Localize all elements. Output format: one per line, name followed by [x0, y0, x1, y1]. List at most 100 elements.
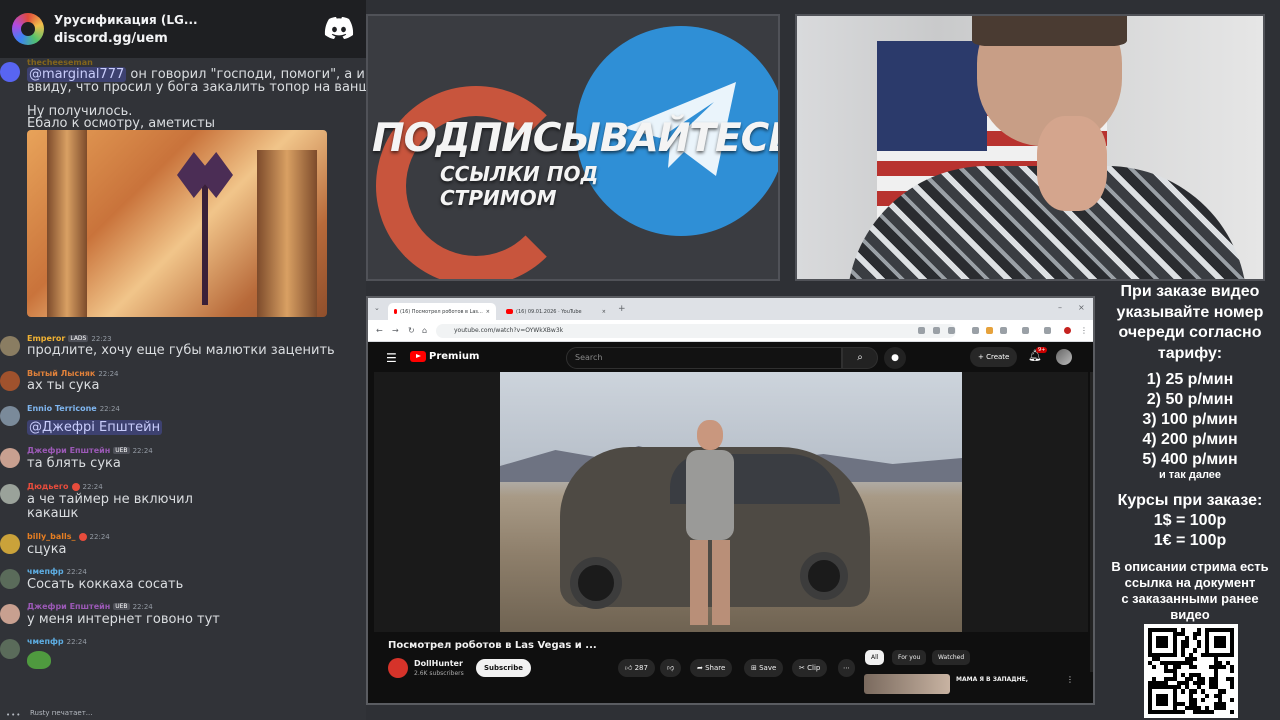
close-icon[interactable]: × [486, 309, 490, 315]
username[interactable]: чмепфр [27, 567, 64, 576]
clip-button[interactable]: ✂ Clip [792, 659, 828, 677]
recommended-more-icon[interactable]: ⋮ [1066, 675, 1074, 684]
bookmark-icon[interactable] [948, 327, 955, 334]
browser-window: ⌄ (16) Посмотрел роботов в Las... × (16)… [366, 296, 1095, 705]
username[interactable]: Дюдьего [27, 482, 69, 491]
close-window-icon[interactable]: × [1078, 303, 1085, 312]
extensions-puzzle-icon[interactable] [1022, 327, 1029, 334]
account-avatar[interactable] [1056, 349, 1072, 365]
username[interactable]: thecheeseman [27, 58, 93, 67]
message-meta: Вытый Лысняк 22:24 [27, 369, 119, 378]
avatar [0, 639, 20, 659]
message-text: продлите, хочу еще губы малютки заценить [27, 343, 335, 358]
attached-image[interactable] [27, 130, 327, 317]
hamburger-menu-icon[interactable]: ☰ [386, 351, 397, 365]
video-title: Посмотрел роботов в Las Vegas и ... [388, 640, 597, 651]
username[interactable]: Джефри Епштейн [27, 446, 110, 455]
avatar [0, 604, 20, 624]
timestamp: 22:23 [91, 334, 112, 343]
rate-line: 1$ = 100р [1153, 512, 1227, 529]
video-player[interactable] [374, 372, 1088, 632]
extension-icon[interactable] [986, 327, 993, 334]
typing-dots-icon: ••• [6, 711, 22, 719]
username[interactable]: Вытый Лысняк [27, 369, 95, 378]
close-icon[interactable]: × [602, 309, 606, 315]
discord-logo-icon [324, 17, 354, 39]
desc-line: с заказанными ранее [1121, 591, 1259, 606]
role-tag: LADS [68, 335, 89, 342]
menu-dots-icon[interactable]: ⋮ [1080, 326, 1088, 335]
pepe-emoji-icon [27, 651, 51, 669]
home-icon[interactable]: ⌂ [422, 326, 427, 335]
create-button[interactable]: + Create [970, 347, 1018, 367]
description-note: В описании стрима есть ссылка на докумен… [1100, 559, 1280, 623]
message-meta: Дюдьего 22:24 [27, 482, 103, 491]
rate-line: 1€ = 100р [1153, 532, 1227, 549]
server-invite[interactable]: discord.gg/uem [54, 31, 198, 46]
extension-icon[interactable] [1000, 327, 1007, 334]
like-button[interactable]: 👍︎ 287 [618, 659, 655, 677]
tab-youtube-2[interactable]: (16) 09.01.2026 · YouTube × [500, 303, 612, 320]
url-input[interactable]: youtube.com/watch?v=OYWkXBw3k [436, 324, 956, 338]
timestamp: 22:24 [98, 369, 119, 378]
order-instructions: При заказе видео указывайте номер очеред… [1100, 282, 1280, 364]
channel-avatar[interactable] [388, 658, 408, 678]
extension-icon[interactable] [972, 327, 979, 334]
chip-for-you[interactable]: For you [892, 650, 927, 665]
price-more: и так далее [1158, 469, 1222, 481]
timestamp: 22:24 [132, 602, 153, 611]
promo-title: ПОДПИСЫВАЙТЕСЬ [372, 116, 780, 161]
microphone-icon[interactable]: ● [884, 347, 906, 369]
cast-icon[interactable] [933, 327, 940, 334]
chip-all[interactable]: All [865, 650, 885, 665]
username[interactable]: Emperor [27, 334, 65, 343]
zoom-icon[interactable] [918, 327, 925, 334]
tab-label: (16) 09.01.2026 · YouTube [516, 308, 582, 315]
chip-watched[interactable]: Watched [932, 650, 971, 665]
recommended-thumbnail[interactable] [864, 674, 950, 694]
us-flag-canton [877, 41, 987, 151]
reload-icon[interactable]: ↻ [408, 326, 415, 335]
youtube-logo[interactable]: Premium [410, 351, 479, 362]
recommended-title[interactable]: МАМА Я В ЗАПАДНЕ, [956, 676, 1028, 683]
channel-name[interactable]: DollHunter [414, 659, 463, 668]
desc-line: ссылка на документ [1124, 575, 1256, 590]
qr-code-grid [1148, 628, 1234, 714]
subscribe-button[interactable]: Subscribe [476, 659, 531, 677]
minimize-icon[interactable]: – [1058, 303, 1062, 312]
streamer-hand [1037, 116, 1107, 211]
search-input[interactable]: Search [566, 347, 842, 369]
video-car-wheel [570, 557, 622, 609]
back-icon[interactable]: ← [376, 326, 383, 335]
clip-label: Clip [807, 664, 821, 672]
message-meta: billy_balls_ 22:24 [27, 532, 110, 541]
username[interactable]: Джефри Епштейн [27, 602, 110, 611]
share-button[interactable]: ➦ Share [690, 659, 733, 677]
username[interactable]: чмепфр [27, 637, 64, 646]
avatar [0, 371, 20, 391]
message-text: @Джефрі Епштейн [27, 420, 163, 435]
username[interactable]: Ennio Terricone [27, 404, 97, 413]
role-tag: UEB [113, 603, 130, 610]
forward-icon[interactable]: → [392, 326, 399, 335]
share-icon: ➦ [697, 664, 703, 672]
new-tab-icon[interactable]: + [618, 304, 626, 314]
server-header[interactable]: Урусификация (LG... discord.gg/uem [0, 0, 366, 58]
message-meta: Ennio Terricone 22:24 [27, 404, 120, 413]
profile-icon[interactable] [1064, 327, 1071, 334]
tab-youtube-video[interactable]: (16) Посмотрел роботов в Las... × [388, 303, 496, 320]
scrollbar[interactable] [1090, 372, 1093, 672]
username[interactable]: billy_balls_ [27, 532, 76, 541]
timestamp: 22:24 [89, 532, 110, 541]
price-list: 1) 25 р/мин 2) 50 р/мин 3) 100 р/мин 4) … [1100, 370, 1280, 470]
dislike-button[interactable]: 👎︎ [660, 659, 682, 677]
save-button[interactable]: ⊞ Save [744, 659, 784, 677]
tab-list-chevron-icon[interactable]: ⌄ [374, 304, 380, 312]
mention[interactable]: @Джефрі Епштейн [27, 420, 163, 435]
timestamp: 22:24 [82, 482, 103, 491]
address-bar-row: ← → ↻ ⌂ youtube.com/watch?v=OYWkXBw3k ⋮ [368, 320, 1093, 342]
create-label: Create [986, 353, 1010, 361]
sidebar-icon[interactable] [1044, 327, 1051, 334]
more-actions-icon[interactable]: ⋯ [838, 659, 855, 677]
search-icon[interactable]: ⌕ [842, 347, 878, 369]
